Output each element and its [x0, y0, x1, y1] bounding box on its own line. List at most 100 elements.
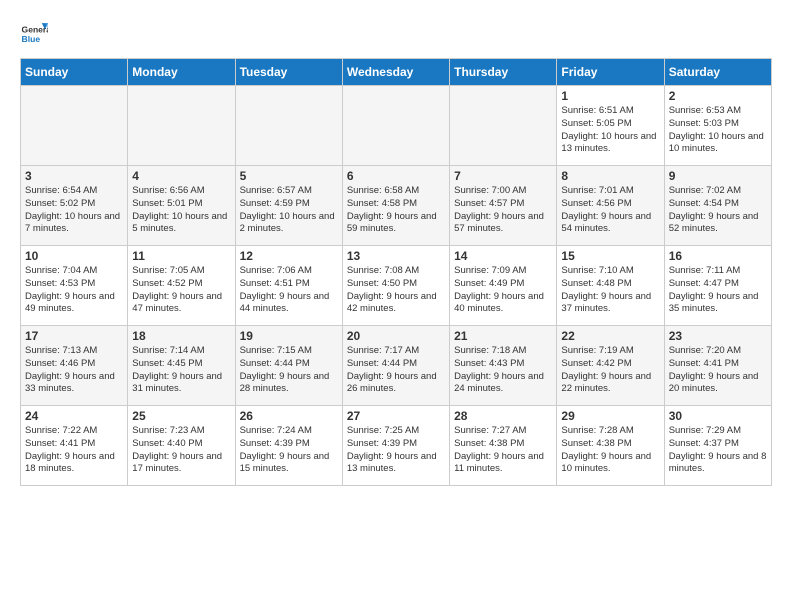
calendar-cell: 11Sunrise: 7:05 AM Sunset: 4:52 PM Dayli… — [128, 246, 235, 326]
day-info: Sunrise: 7:15 AM Sunset: 4:44 PM Dayligh… — [240, 345, 338, 396]
calendar-cell: 23Sunrise: 7:20 AM Sunset: 4:41 PM Dayli… — [664, 326, 771, 406]
calendar-cell: 1 Sunrise: 6:51 AM Sunset: 5:05 PM Daylig… — [557, 86, 664, 166]
calendar-header-row: SundayMondayTuesdayWednesdayThursdayFrid… — [21, 59, 772, 86]
calendar-cell: 25 Sunrise: 7:23 AM Sunset: 4:40 PM Dayli… — [128, 406, 235, 486]
day-info: Sunrise: 7:19 AM Sunset: 4:42 PM Dayligh… — [561, 345, 659, 396]
day-number: 7 — [454, 169, 552, 183]
weekday-header-tuesday: Tuesday — [235, 59, 342, 86]
calendar-week-row: 24 Sunrise: 7:22 AM Sunset: 4:41 PM Dayli… — [21, 406, 772, 486]
calendar-cell: 3Sunrise: 6:54 AM Sunset: 5:02 PM Daylig… — [21, 166, 128, 246]
day-info: Sunrise: 6:56 AM Sunset: 5:01 PM Dayligh… — [132, 185, 230, 236]
calendar-cell: 16Sunrise: 7:11 AM Sunset: 4:47 PM Dayli… — [664, 246, 771, 326]
calendar-cell: 17 Sunrise: 7:13 AM Sunset: 4:46 PM Dayli… — [21, 326, 128, 406]
day-info: Sunrise: 7:22 AM Sunset: 4:41 PM Dayligh… — [25, 425, 123, 476]
calendar-cell: 29 Sunrise: 7:28 AM Sunset: 4:38 PM Dayli… — [557, 406, 664, 486]
calendar-cell — [235, 86, 342, 166]
day-info: Sunrise: 6:51 AM Sunset: 5:05 PM Dayligh… — [561, 105, 659, 156]
day-info: Sunrise: 7:08 AM Sunset: 4:50 PM Dayligh… — [347, 265, 445, 316]
calendar-table: SundayMondayTuesdayWednesdayThursdayFrid… — [20, 58, 772, 486]
day-number: 6 — [347, 169, 445, 183]
day-info: Sunrise: 7:23 AM Sunset: 4:40 PM Dayligh… — [132, 425, 230, 476]
calendar-cell: 13 Sunrise: 7:08 AM Sunset: 4:50 PM Dayli… — [342, 246, 449, 326]
calendar-cell: 14 Sunrise: 7:09 AM Sunset: 4:49 PM Dayli… — [450, 246, 557, 326]
day-number: 4 — [132, 169, 230, 183]
day-number: 18 — [132, 329, 230, 343]
day-info: Sunrise: 7:00 AM Sunset: 4:57 PM Dayligh… — [454, 185, 552, 236]
day-number: 29 — [561, 409, 659, 423]
logo-icon: General Blue — [20, 20, 48, 48]
day-info: Sunrise: 6:54 AM Sunset: 5:02 PM Dayligh… — [25, 185, 123, 236]
calendar-cell: 2 Sunrise: 6:53 AM Sunset: 5:03 PM Daylig… — [664, 86, 771, 166]
day-info: Sunrise: 7:04 AM Sunset: 4:53 PM Dayligh… — [25, 265, 123, 316]
day-number: 2 — [669, 89, 767, 103]
day-number: 15 — [561, 249, 659, 263]
calendar-cell: 4 Sunrise: 6:56 AM Sunset: 5:01 PM Daylig… — [128, 166, 235, 246]
calendar-cell: 19Sunrise: 7:15 AM Sunset: 4:44 PM Dayli… — [235, 326, 342, 406]
day-info: Sunrise: 7:13 AM Sunset: 4:46 PM Dayligh… — [25, 345, 123, 396]
day-info: Sunrise: 7:14 AM Sunset: 4:45 PM Dayligh… — [132, 345, 230, 396]
day-info: Sunrise: 7:09 AM Sunset: 4:49 PM Dayligh… — [454, 265, 552, 316]
calendar-cell: 20 Sunrise: 7:17 AM Sunset: 4:44 PM Dayli… — [342, 326, 449, 406]
weekday-header-thursday: Thursday — [450, 59, 557, 86]
day-number: 10 — [25, 249, 123, 263]
calendar-cell: 18 Sunrise: 7:14 AM Sunset: 4:45 PM Dayli… — [128, 326, 235, 406]
day-info: Sunrise: 6:57 AM Sunset: 4:59 PM Dayligh… — [240, 185, 338, 236]
day-number: 24 — [25, 409, 123, 423]
weekday-header-wednesday: Wednesday — [342, 59, 449, 86]
day-info: Sunrise: 7:28 AM Sunset: 4:38 PM Dayligh… — [561, 425, 659, 476]
calendar-cell — [450, 86, 557, 166]
day-number: 21 — [454, 329, 552, 343]
day-number: 1 — [561, 89, 659, 103]
day-info: Sunrise: 7:20 AM Sunset: 4:41 PM Dayligh… — [669, 345, 767, 396]
day-number: 25 — [132, 409, 230, 423]
calendar-cell: 8Sunrise: 7:01 AM Sunset: 4:56 PM Daylig… — [557, 166, 664, 246]
day-info: Sunrise: 7:10 AM Sunset: 4:48 PM Dayligh… — [561, 265, 659, 316]
calendar-cell — [128, 86, 235, 166]
day-number: 27 — [347, 409, 445, 423]
day-number: 11 — [132, 249, 230, 263]
calendar-cell: 5 Sunrise: 6:57 AM Sunset: 4:59 PM Daylig… — [235, 166, 342, 246]
day-number: 26 — [240, 409, 338, 423]
day-info: Sunrise: 7:17 AM Sunset: 4:44 PM Dayligh… — [347, 345, 445, 396]
calendar-cell: 12Sunrise: 7:06 AM Sunset: 4:51 PM Dayli… — [235, 246, 342, 326]
weekday-header-sunday: Sunday — [21, 59, 128, 86]
day-info: Sunrise: 6:58 AM Sunset: 4:58 PM Dayligh… — [347, 185, 445, 236]
calendar-cell: 30 Sunrise: 7:29 AM Sunset: 4:37 PM Dayli… — [664, 406, 771, 486]
day-number: 12 — [240, 249, 338, 263]
day-number: 5 — [240, 169, 338, 183]
calendar-cell: 15 Sunrise: 7:10 AM Sunset: 4:48 PM Dayli… — [557, 246, 664, 326]
calendar-cell: 28Sunrise: 7:27 AM Sunset: 4:38 PM Dayli… — [450, 406, 557, 486]
weekday-header-friday: Friday — [557, 59, 664, 86]
day-number: 20 — [347, 329, 445, 343]
day-info: Sunrise: 7:01 AM Sunset: 4:56 PM Dayligh… — [561, 185, 659, 236]
day-info: Sunrise: 7:11 AM Sunset: 4:47 PM Dayligh… — [669, 265, 767, 316]
calendar-cell: 6 Sunrise: 6:58 AM Sunset: 4:58 PM Daylig… — [342, 166, 449, 246]
page-header: General Blue — [20, 20, 772, 48]
day-info: Sunrise: 7:25 AM Sunset: 4:39 PM Dayligh… — [347, 425, 445, 476]
day-number: 22 — [561, 329, 659, 343]
calendar-cell: 7 Sunrise: 7:00 AM Sunset: 4:57 PM Daylig… — [450, 166, 557, 246]
day-info: Sunrise: 7:02 AM Sunset: 4:54 PM Dayligh… — [669, 185, 767, 236]
calendar-cell: 9 Sunrise: 7:02 AM Sunset: 4:54 PM Daylig… — [664, 166, 771, 246]
calendar-cell: 24 Sunrise: 7:22 AM Sunset: 4:41 PM Dayli… — [21, 406, 128, 486]
day-number: 30 — [669, 409, 767, 423]
weekday-header-saturday: Saturday — [664, 59, 771, 86]
day-number: 9 — [669, 169, 767, 183]
day-info: Sunrise: 6:53 AM Sunset: 5:03 PM Dayligh… — [669, 105, 767, 156]
calendar-week-row: 17 Sunrise: 7:13 AM Sunset: 4:46 PM Dayli… — [21, 326, 772, 406]
day-number: 13 — [347, 249, 445, 263]
calendar-cell: 26Sunrise: 7:24 AM Sunset: 4:39 PM Dayli… — [235, 406, 342, 486]
calendar-week-row: 3Sunrise: 6:54 AM Sunset: 5:02 PM Daylig… — [21, 166, 772, 246]
calendar-cell: 21 Sunrise: 7:18 AM Sunset: 4:43 PM Dayli… — [450, 326, 557, 406]
calendar-cell — [342, 86, 449, 166]
day-info: Sunrise: 7:27 AM Sunset: 4:38 PM Dayligh… — [454, 425, 552, 476]
calendar-week-row: 10 Sunrise: 7:04 AM Sunset: 4:53 PM Dayli… — [21, 246, 772, 326]
calendar-cell: 22 Sunrise: 7:19 AM Sunset: 4:42 PM Dayli… — [557, 326, 664, 406]
day-number: 14 — [454, 249, 552, 263]
day-info: Sunrise: 7:18 AM Sunset: 4:43 PM Dayligh… — [454, 345, 552, 396]
calendar-week-row: 1 Sunrise: 6:51 AM Sunset: 5:05 PM Daylig… — [21, 86, 772, 166]
day-info: Sunrise: 7:29 AM Sunset: 4:37 PM Dayligh… — [669, 425, 767, 476]
day-number: 17 — [25, 329, 123, 343]
calendar-cell: 27 Sunrise: 7:25 AM Sunset: 4:39 PM Dayli… — [342, 406, 449, 486]
calendar-cell — [21, 86, 128, 166]
